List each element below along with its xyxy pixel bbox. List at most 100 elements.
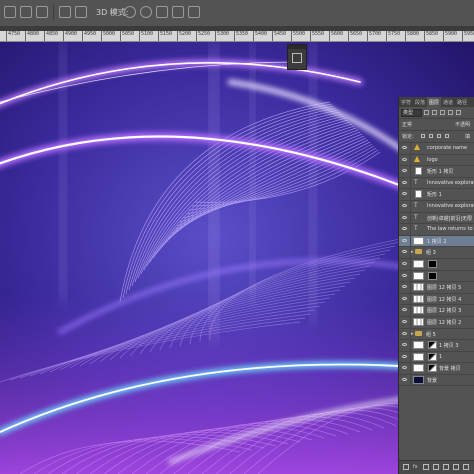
filter-pixel-icon[interactable] <box>424 110 429 115</box>
layer-mask-thumbnail[interactable] <box>428 352 437 361</box>
panel-grip[interactable] <box>288 45 306 49</box>
new-layer-icon[interactable] <box>453 464 459 470</box>
tab-channels[interactable]: 通道 <box>441 97 455 107</box>
layer-row[interactable]: ▸ 组 3 <box>399 247 474 259</box>
visibility-toggle[interactable] <box>399 166 411 177</box>
properties-icon[interactable] <box>292 53 302 63</box>
visibility-toggle[interactable] <box>399 316 411 328</box>
layer-row[interactable]: 图层 12 拷贝 3 <box>399 305 474 317</box>
link-layers-icon[interactable] <box>403 464 409 470</box>
visibility-toggle[interactable] <box>399 224 411 235</box>
layer-row[interactable] <box>399 258 474 271</box>
3d-scale-icon[interactable] <box>188 6 200 18</box>
visibility-toggle[interactable] <box>399 282 411 293</box>
ruler-tick-mark <box>253 31 254 41</box>
tab-paths[interactable]: 路径 <box>455 97 469 107</box>
layer-mask-thumbnail[interactable] <box>428 364 437 373</box>
ruler-tick-label: 5650 <box>350 31 363 37</box>
add-mask-icon[interactable] <box>423 464 429 470</box>
layer-row[interactable]: 背景 <box>399 374 474 387</box>
filter-type-icon[interactable] <box>440 110 445 115</box>
lock-image-icon[interactable] <box>429 134 433 138</box>
floating-tool-panel[interactable] <box>287 44 307 70</box>
layer-row[interactable]: T The law returns to th <box>399 224 474 236</box>
3d-rotate-icon[interactable] <box>124 6 136 18</box>
tab-paragraph[interactable]: 段落 <box>413 97 427 107</box>
ruler-tick-mark <box>272 31 273 41</box>
visibility-toggle[interactable] <box>399 363 411 374</box>
blend-mode-select[interactable]: 正常 <box>402 121 412 128</box>
expand-arrow-icon[interactable]: ▸ <box>411 331 414 337</box>
visibility-toggle[interactable] <box>399 247 411 258</box>
align-left-icon[interactable] <box>4 6 16 18</box>
layer-row[interactable]: 1 <box>399 351 474 364</box>
text-layer-icon: T <box>414 225 418 233</box>
eye-icon <box>402 319 407 323</box>
layer-name: 矩形 1 <box>427 192 442 199</box>
tab-character[interactable]: 字符 <box>399 97 413 107</box>
visibility-toggle[interactable] <box>399 189 411 200</box>
eye-icon <box>402 343 407 347</box>
layer-list: corporate name logo 矩形 1 拷贝 T Innovative exp… <box>399 143 474 387</box>
visibility-toggle[interactable] <box>399 305 411 316</box>
visibility-toggle[interactable] <box>399 340 411 351</box>
distribute-bottom-icon[interactable] <box>75 6 87 18</box>
expand-arrow-icon[interactable]: ▸ <box>411 249 414 255</box>
align-center-icon[interactable] <box>20 6 32 18</box>
3d-pan-icon[interactable] <box>156 6 168 18</box>
ruler-tick-label: 5700 <box>369 31 382 37</box>
layer-row[interactable]: 矩形 1 <box>399 189 474 201</box>
visibility-toggle[interactable] <box>399 293 411 305</box>
visibility-toggle[interactable] <box>399 177 411 189</box>
layer-row[interactable]: T Innovative explorati <box>399 200 474 213</box>
filter-adjustment-icon[interactable] <box>432 110 437 115</box>
tab-layers[interactable]: 图层 <box>427 97 442 107</box>
visibility-toggle[interactable] <box>399 351 411 363</box>
layer-row[interactable]: T 创新|卓越|前沿|无限 <box>399 212 474 225</box>
layer-row[interactable]: 背景 拷贝 <box>399 363 474 375</box>
layer-mask-thumbnail[interactable] <box>428 271 437 280</box>
layer-row[interactable]: 1 拷贝 3 <box>399 340 474 352</box>
ruler-tick-mark <box>139 31 140 41</box>
distribute-top-icon[interactable] <box>59 6 71 18</box>
add-style-button[interactable]: fx <box>413 464 418 470</box>
layer-row[interactable]: logo <box>399 154 474 167</box>
layer-row[interactable]: T Innovative explorat <box>399 177 474 190</box>
layer-row[interactable]: 图层 12 拷贝 2 <box>399 316 474 329</box>
delete-layer-icon[interactable] <box>463 464 469 470</box>
visibility-toggle[interactable] <box>399 328 411 340</box>
filter-kind-select[interactable]: 类型 <box>401 109 422 117</box>
visibility-toggle[interactable] <box>399 212 411 224</box>
layer-row[interactable]: 图层 12 拷贝 4 <box>399 293 474 306</box>
visibility-toggle[interactable] <box>399 200 411 212</box>
align-right-icon[interactable] <box>36 6 48 18</box>
visibility-toggle[interactable] <box>399 374 411 386</box>
layer-row[interactable]: ▸ 组 5 <box>399 328 474 341</box>
visibility-toggle[interactable] <box>399 143 411 154</box>
layer-row[interactable]: corporate name <box>399 143 474 155</box>
adjustment-layer-icon[interactable] <box>433 464 439 470</box>
layer-mask-thumbnail[interactable] <box>428 259 437 268</box>
visibility-toggle[interactable] <box>399 258 411 270</box>
visibility-toggle[interactable] <box>399 154 411 166</box>
lock-transparent-icon[interactable] <box>421 134 425 138</box>
layer-row[interactable]: 矩形 1 拷贝 <box>399 166 474 178</box>
layer-row[interactable] <box>399 270 474 283</box>
layer-row[interactable]: 图层 12 拷贝 5 <box>399 282 474 294</box>
layer-name: 1 拷贝 3 <box>439 343 459 350</box>
3d-roll-icon[interactable] <box>140 6 152 18</box>
layer-mask-thumbnail[interactable] <box>428 341 437 350</box>
eye-icon <box>402 331 407 335</box>
filter-shape-icon[interactable] <box>448 110 453 115</box>
ruler-tick-label: 5750 <box>388 31 401 37</box>
lock-all-icon[interactable] <box>445 134 449 138</box>
fill-label: 填 <box>465 134 471 140</box>
new-group-icon[interactable] <box>443 464 449 470</box>
layer-row[interactable]: 1 拷贝 2 <box>399 235 474 248</box>
visibility-toggle[interactable] <box>399 235 411 247</box>
lock-position-icon[interactable] <box>437 134 441 138</box>
3d-slide-icon[interactable] <box>172 6 184 18</box>
filter-smart-object-icon[interactable] <box>456 110 461 115</box>
ruler-tick-mark <box>120 31 121 41</box>
visibility-toggle[interactable] <box>399 270 411 282</box>
